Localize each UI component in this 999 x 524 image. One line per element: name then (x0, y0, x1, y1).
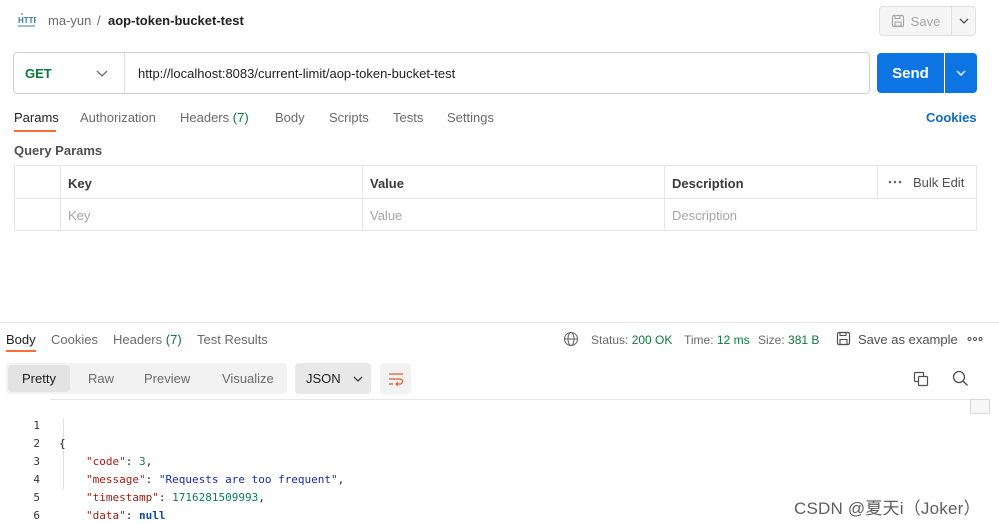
response-tab-headers[interactable]: Headers (7) (113, 332, 182, 347)
column-header-description: Description (672, 176, 744, 191)
size-info[interactable]: Size: 381 B (758, 333, 819, 347)
json-key: "code" (86, 455, 126, 468)
cookies-link[interactable]: Cookies (926, 110, 977, 125)
bulk-edit-button[interactable]: Bulk Edit (913, 175, 964, 190)
method-select[interactable]: GET (25, 66, 52, 81)
send-options-button[interactable] (945, 53, 977, 93)
tab-authorization[interactable]: Authorization (80, 110, 156, 125)
format-raw[interactable]: Raw (88, 371, 114, 386)
format-pretty[interactable]: Pretty (8, 365, 70, 392)
save-label: Save (910, 13, 941, 29)
code-line: 2 "code": 3, (0, 417, 152, 468)
response-divider[interactable] (0, 322, 999, 323)
wrap-lines-button[interactable] (380, 363, 411, 394)
json-number: 3 (139, 455, 146, 468)
search-icon[interactable] (952, 370, 969, 387)
code-line: 4 "timestamp": 1716281509993, (0, 453, 264, 504)
tab-body[interactable]: Body (275, 110, 305, 125)
chevron-down-icon (956, 70, 966, 76)
svg-text:HTTP: HTTP (18, 16, 36, 25)
status-value: 200 OK (631, 333, 673, 347)
size-label: Size: (758, 333, 785, 347)
http-icon: HTTP (18, 13, 36, 27)
time-label: Time: (684, 333, 714, 347)
more-options-icon[interactable] (967, 334, 983, 344)
url-divider (124, 53, 125, 93)
json-key: "data" (86, 509, 126, 522)
language-select-value: JSON (306, 371, 341, 386)
breadcrumb-collection[interactable]: ma-yun (48, 13, 91, 28)
save-as-example-button[interactable]: Save as example (858, 332, 958, 347)
code-line: 1 { (0, 399, 65, 450)
code-text: "message": "Requests are too frequent", (86, 473, 345, 486)
request-title[interactable]: aop-token-bucket-test (108, 13, 244, 28)
tab-params[interactable]: Params (14, 110, 59, 125)
json-key: "timestamp" (86, 491, 159, 504)
response-tab-test-results[interactable]: Test Results (197, 332, 268, 347)
tab-headers[interactable]: Headers (7) (180, 110, 249, 125)
tab-settings[interactable]: Settings (447, 110, 494, 125)
watermark: CSDN @夏天i（Joker） (794, 499, 981, 518)
code-line: 6 } (0, 489, 40, 522)
response-tab-headers-label: Headers (113, 332, 163, 347)
query-params-table: Key Value Description Bulk Edit Key Valu… (14, 165, 977, 231)
json-key: "message" (86, 473, 146, 486)
more-options-icon[interactable] (888, 177, 902, 187)
json-null: null (139, 509, 166, 522)
response-tab-cookies[interactable]: Cookies (51, 332, 98, 347)
chevron-down-icon[interactable] (96, 68, 108, 78)
format-visualize[interactable]: Visualize (222, 371, 274, 386)
table-divider (877, 166, 878, 198)
format-preview[interactable]: Preview (144, 371, 190, 386)
copy-icon[interactable] (913, 371, 929, 387)
code-line: 3 "message": "Requests are too frequent"… (0, 435, 344, 486)
column-header-key: Key (68, 176, 92, 191)
tab-tests[interactable]: Tests (393, 110, 423, 125)
code-line: 5 "data": null (0, 471, 165, 522)
globe-icon[interactable] (563, 331, 579, 347)
param-description-input[interactable]: Description (672, 208, 737, 223)
query-params-title: Query Params (14, 143, 103, 158)
column-header-value: Value (370, 176, 404, 191)
save-options-button[interactable] (952, 6, 976, 36)
size-value: 381 B (788, 333, 820, 347)
chevron-down-icon (959, 18, 968, 24)
chevron-down-icon (353, 376, 363, 382)
time-value: 12 ms (716, 333, 750, 347)
response-tab-body[interactable]: Body (6, 332, 36, 347)
send-button[interactable]: Send (877, 53, 944, 93)
url-input[interactable]: http://localhost:8083/current-limit/aop-… (138, 66, 455, 81)
line-number: 6 (33, 509, 40, 522)
wrap-lines-icon (388, 372, 403, 386)
breadcrumb-separator: / (97, 13, 101, 28)
code-text: "timestamp": 1716281509993, (86, 491, 265, 504)
status-label: Status: (591, 333, 629, 347)
status-info[interactable]: Status: 200 OK (591, 333, 672, 347)
active-tab-indicator (6, 350, 36, 352)
tab-headers-count: (7) (232, 110, 249, 125)
active-tab-indicator (14, 130, 56, 132)
save-icon (891, 14, 904, 28)
json-number: 1716281509993 (172, 491, 259, 504)
code-text: { (59, 437, 66, 450)
param-value-input[interactable]: Value (370, 208, 402, 223)
tab-scripts[interactable]: Scripts (329, 110, 369, 125)
save-icon[interactable] (836, 331, 851, 346)
code-text: "data": null (86, 509, 166, 522)
time-info[interactable]: Time: 12 ms (684, 333, 750, 347)
param-key-input[interactable]: Key (68, 208, 90, 223)
table-divider (15, 198, 976, 199)
code-text: "code": 3, (86, 455, 153, 468)
response-tab-headers-count: (7) (165, 332, 182, 347)
tab-headers-label: Headers (180, 110, 230, 125)
language-select[interactable]: JSON (295, 363, 371, 394)
save-button[interactable]: Save (879, 6, 952, 36)
json-string: "Requests are too frequent" (158, 473, 338, 486)
